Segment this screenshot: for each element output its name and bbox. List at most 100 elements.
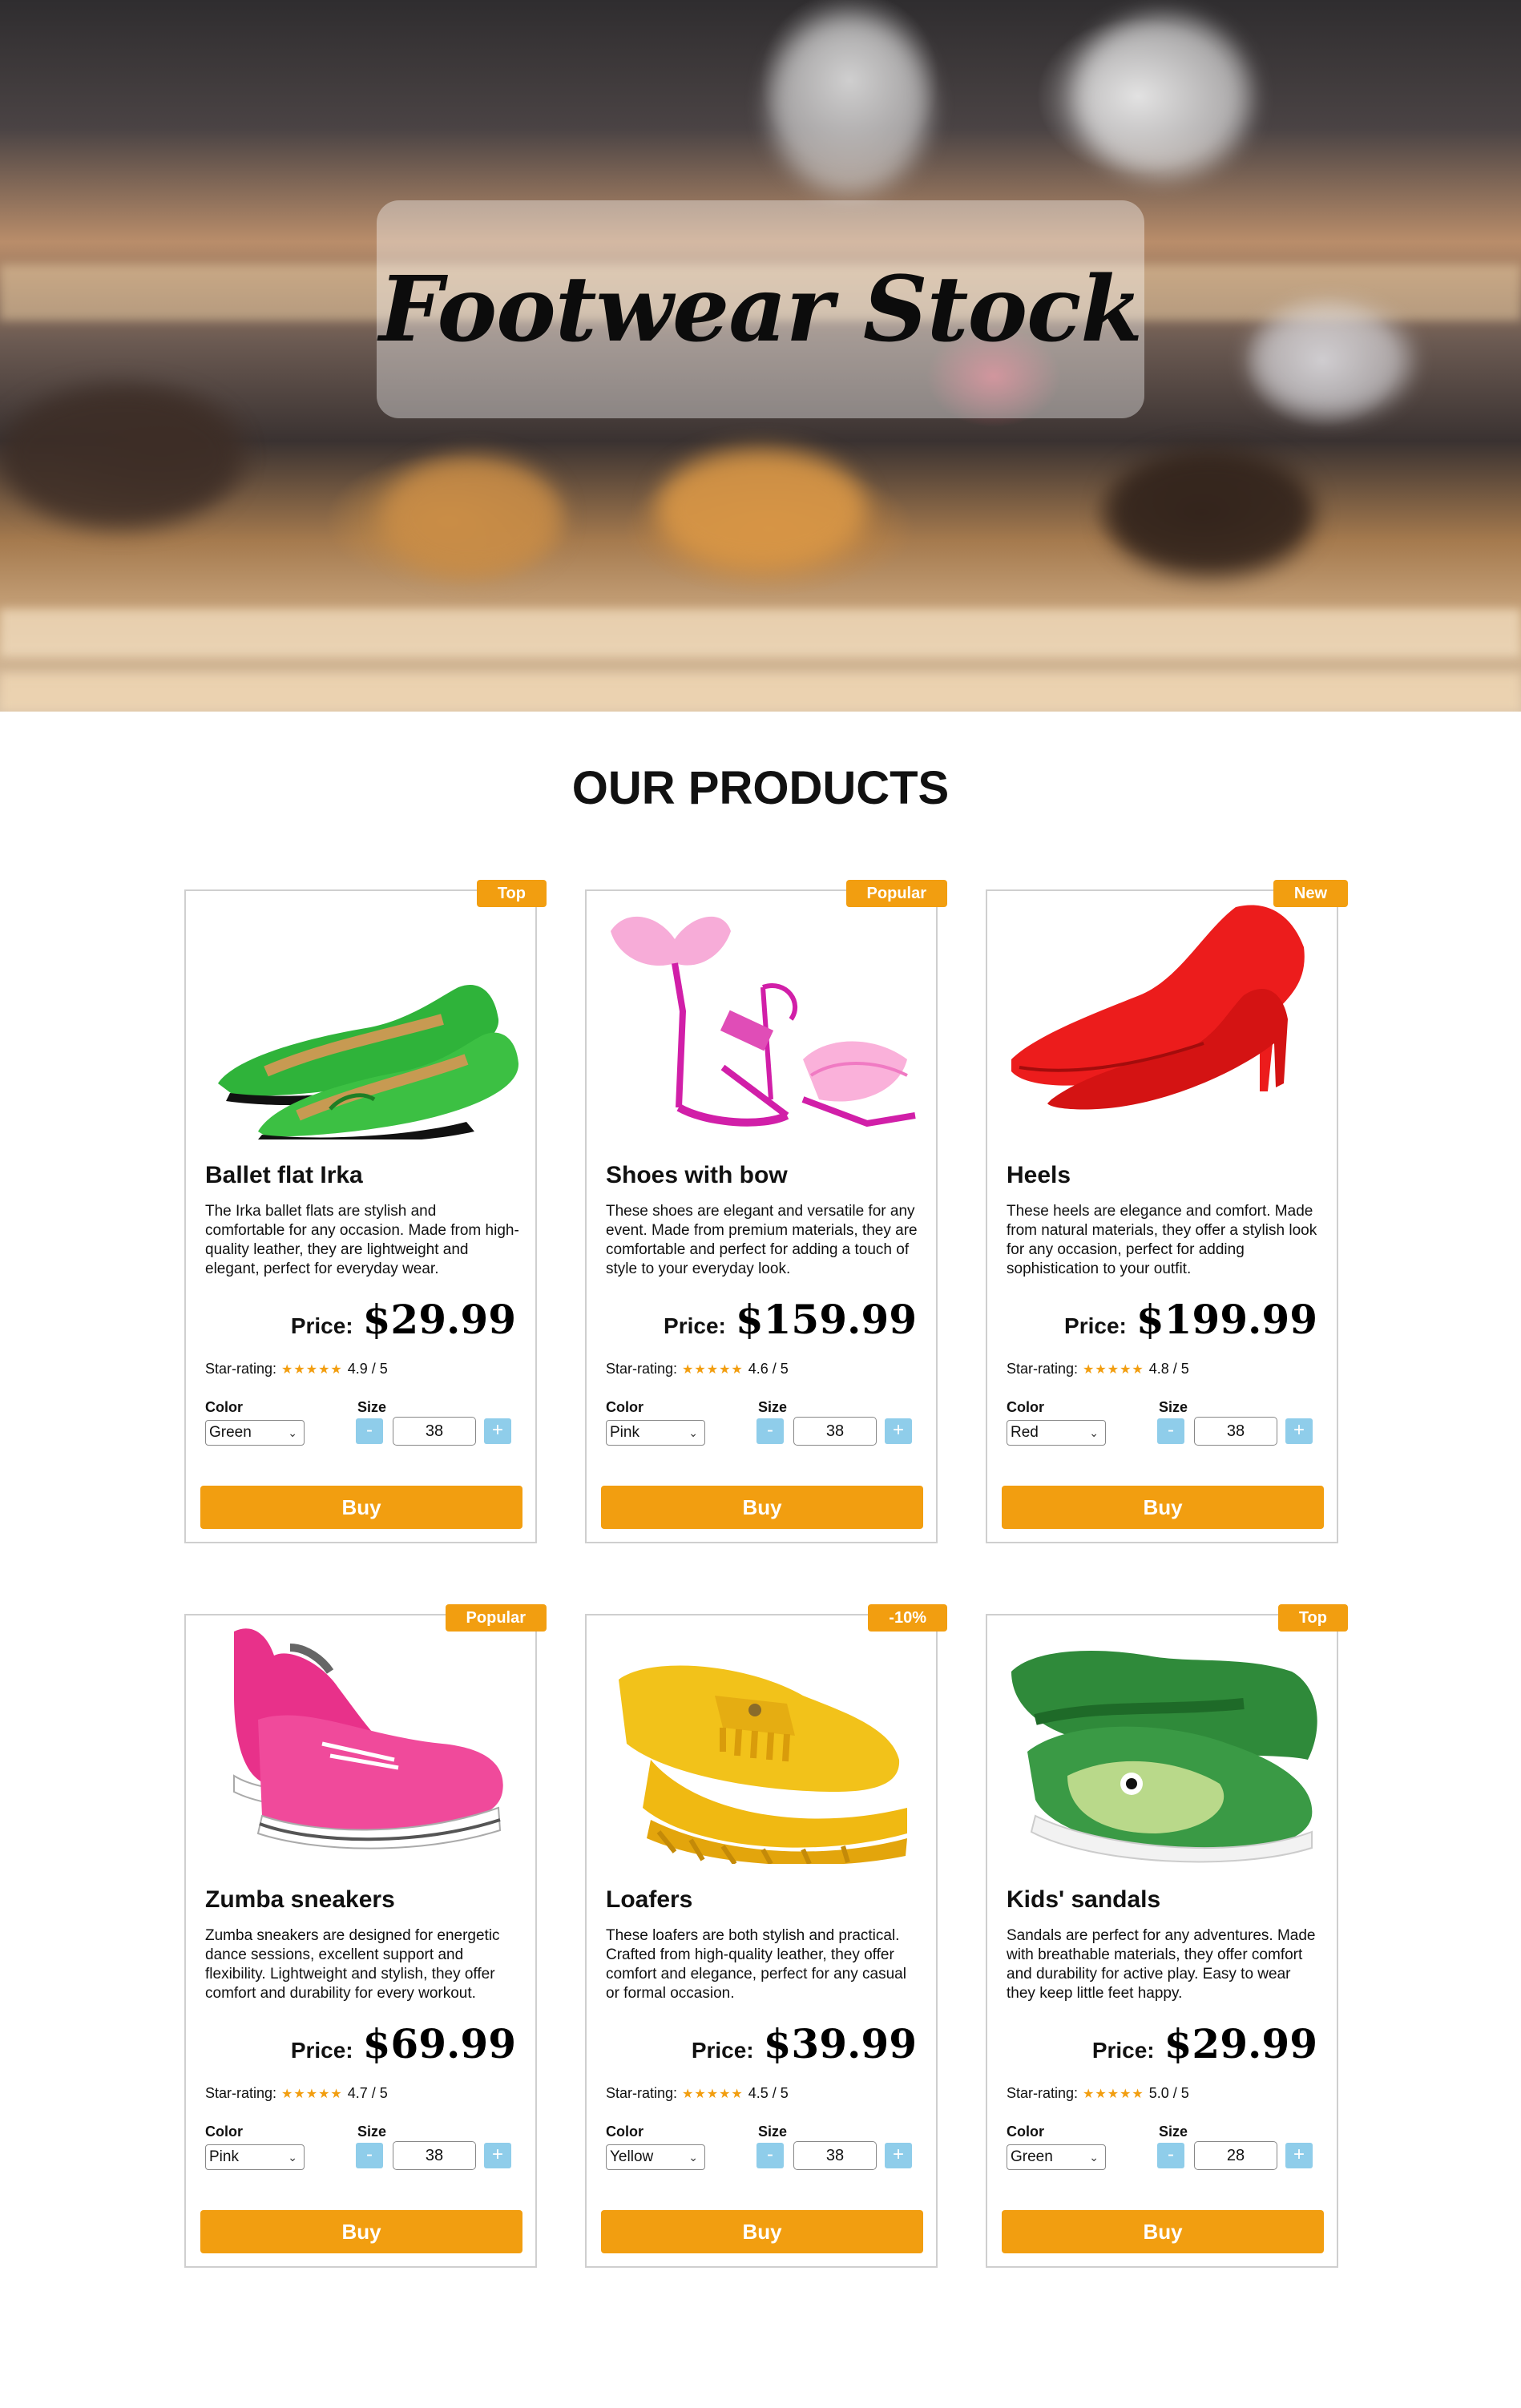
size-decrease-button[interactable]: -	[756, 1418, 784, 1444]
price-label: Price:	[1091, 2038, 1155, 2063]
product-card-4: Popular Zumba sneakers Zumba sneakers ar…	[184, 1604, 547, 2268]
star-rating: Star-rating: ★★★★★ 4.7 / 5	[205, 2085, 388, 2102]
stars-icon: ★★★★★	[682, 1362, 744, 1377]
hero-title-box: Footwear Stock	[377, 200, 1144, 418]
chevron-down-icon: ⌄	[688, 1426, 698, 1439]
price-value: $159.99	[735, 1296, 917, 1343]
star-rating: Star-rating: ★★★★★ 4.8 / 5	[1007, 1361, 1189, 1377]
size-label: Size	[758, 1399, 788, 1415]
product-description: These loafers are both stylish and pract…	[606, 1927, 906, 2002]
product-name: Shoes with bow	[606, 1162, 788, 1188]
price-row: Price: $39.99	[692, 2020, 917, 2067]
product-description: Sandals are perfect for any adventures. …	[1007, 1927, 1316, 2002]
star-rating-label: Star-rating:	[1007, 2085, 1079, 2101]
size-increase-button[interactable]: +	[885, 1418, 912, 1444]
star-rating: Star-rating: ★★★★★ 4.9 / 5	[205, 1361, 388, 1377]
rating-value: 4.7 / 5	[347, 2085, 388, 2101]
color-select[interactable]: Red ⌄	[1007, 1420, 1106, 1446]
price-value: $29.99	[1164, 2020, 1317, 2067]
star-rating-label: Star-rating:	[205, 1361, 277, 1377]
size-input[interactable]: 38	[1194, 1417, 1277, 1446]
buy-button[interactable]: Buy	[1002, 2210, 1324, 2253]
product-name: Ballet flat Irka	[205, 1162, 363, 1188]
chevron-down-icon: ⌄	[1089, 2151, 1099, 2164]
color-select-value: Green	[209, 1424, 252, 1441]
yellow-loafers-image	[603, 1623, 923, 1865]
size-increase-button[interactable]: +	[484, 1418, 511, 1444]
size-decrease-button[interactable]: -	[1157, 1418, 1184, 1444]
buy-button[interactable]: Buy	[200, 2210, 522, 2253]
color-label: Color	[205, 2124, 243, 2140]
star-rating-label: Star-rating:	[606, 1361, 678, 1377]
chevron-down-icon: ⌄	[288, 1426, 297, 1439]
chevron-down-icon: ⌄	[688, 2151, 698, 2164]
color-label: Color	[205, 1399, 243, 1415]
page-title: Footwear Stock	[379, 256, 1143, 362]
rating-value: 4.8 / 5	[1148, 1361, 1189, 1377]
color-select-value: Pink	[209, 2148, 239, 2165]
size-decrease-button[interactable]: -	[356, 1418, 383, 1444]
product-description: These heels are elegance and comfort. Ma…	[1007, 1203, 1317, 1277]
size-decrease-button[interactable]: -	[1157, 2143, 1184, 2168]
price-label: Price:	[1064, 1313, 1127, 1338]
stars-icon: ★★★★★	[281, 1362, 343, 1377]
product-card-6: Top Kids' sandals Sandals are perfect fo…	[986, 1604, 1348, 2268]
star-rating-label: Star-rating:	[1007, 1361, 1079, 1377]
size-increase-button[interactable]: +	[484, 2143, 511, 2168]
section-title: OUR PRODUCTS	[571, 762, 950, 814]
buy-button[interactable]: Buy	[200, 1486, 522, 1529]
color-select-value: Red	[1011, 1424, 1039, 1441]
color-select[interactable]: Green ⌄	[1007, 2144, 1106, 2170]
size-decrease-button[interactable]: -	[356, 2143, 383, 2168]
size-decrease-button[interactable]: -	[756, 2143, 784, 2168]
size-increase-button[interactable]: +	[1285, 2143, 1313, 2168]
color-select[interactable]: Yellow ⌄	[606, 2144, 705, 2170]
price-label: Price:	[290, 2038, 353, 2063]
buy-button[interactable]: Buy	[601, 2210, 923, 2253]
price-row: Price: $29.99	[1092, 2020, 1317, 2067]
size-input[interactable]: 38	[793, 1417, 877, 1446]
size-input[interactable]: 38	[393, 1417, 476, 1446]
star-rating: Star-rating: ★★★★★ 4.6 / 5	[606, 1361, 789, 1377]
product-description: Zumba sneakers are designed for energeti…	[205, 1927, 500, 2002]
size-input[interactable]: 28	[1194, 2141, 1277, 2170]
color-select[interactable]: Pink ⌄	[606, 1420, 705, 1446]
color-label: Color	[606, 1399, 644, 1415]
size-label: Size	[758, 2124, 788, 2140]
price-row: Price: $69.99	[291, 2020, 516, 2067]
size-label: Size	[357, 2124, 387, 2140]
star-rating-label: Star-rating:	[205, 2085, 277, 2101]
buy-button[interactable]: Buy	[1002, 1486, 1324, 1529]
star-rating-label: Star-rating:	[606, 2085, 678, 2101]
green-ballet-flats-image	[202, 899, 522, 1143]
green-kids-sandals-image	[1003, 1623, 1324, 1864]
buy-button[interactable]: Buy	[601, 1486, 923, 1529]
product-card-3: New Heels These heels are elegance and c…	[986, 880, 1348, 1543]
product-card-5: -10% Loafers These loafers are both styl…	[585, 1604, 947, 2268]
product-name: Kids' sandals	[1007, 1886, 1161, 1913]
product-name: Heels	[1007, 1162, 1071, 1188]
color-select[interactable]: Pink ⌄	[205, 2144, 305, 2170]
price-value: $29.99	[362, 1296, 516, 1343]
hero-banner: Footwear Stock	[0, 0, 1521, 712]
rating-value: 5.0 / 5	[1148, 2085, 1189, 2101]
price-value: $199.99	[1136, 1296, 1317, 1343]
product-description: These shoes are elegant and versatile fo…	[606, 1203, 918, 1277]
color-label: Color	[606, 2124, 644, 2140]
color-select[interactable]: Green ⌄	[205, 1420, 305, 1446]
star-rating: Star-rating: ★★★★★ 5.0 / 5	[1007, 2085, 1189, 2102]
price-row: Price: $199.99	[1064, 1296, 1317, 1343]
product-name: Loafers	[606, 1886, 693, 1913]
size-label: Size	[1159, 2124, 1188, 2140]
color-label: Color	[1007, 1399, 1044, 1415]
rating-value: 4.9 / 5	[347, 1361, 388, 1377]
price-row: Price: $159.99	[664, 1296, 917, 1343]
size-increase-button[interactable]: +	[885, 2143, 912, 2168]
product-card-1: Top Ballet flat Irka The Irka ballet fla…	[184, 880, 547, 1543]
color-label: Color	[1007, 2124, 1044, 2140]
color-select-value: Yellow	[610, 2148, 654, 2165]
size-input[interactable]: 38	[793, 2141, 877, 2170]
size-input[interactable]: 38	[393, 2141, 476, 2170]
size-increase-button[interactable]: +	[1285, 1418, 1313, 1444]
product-card-2: Popular Shoes with bow These shoes are e…	[585, 880, 947, 1543]
